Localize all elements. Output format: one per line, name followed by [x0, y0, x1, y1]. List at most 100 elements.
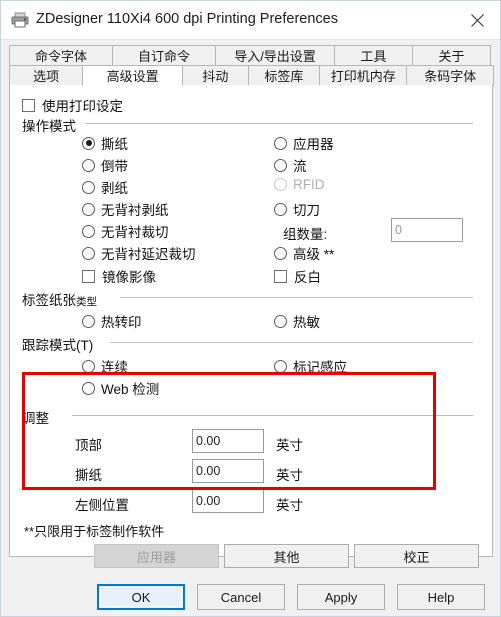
adjust-left-label: 左侧位置 — [75, 498, 129, 513]
radio-label: 剥纸 — [101, 181, 128, 196]
tab-row-2: 选项 高级设置 抖动 标签库 打印机内存 条码字体 — [9, 65, 495, 86]
radio-mark-sensing[interactable]: 标记感应 — [274, 356, 347, 376]
footnote-text: **只限用于标签制作软件 — [24, 524, 165, 539]
tab-label-library[interactable]: 标签库 — [247, 65, 320, 86]
cancel-button[interactable]: Cancel — [197, 584, 285, 610]
tab-printer-memory[interactable]: 打印机内存 — [319, 65, 408, 86]
media-type-title-main: 标签纸张 — [22, 293, 76, 308]
tab-tools[interactable]: 工具 — [334, 45, 413, 66]
close-icon — [470, 13, 484, 27]
checkbox-box — [274, 269, 287, 283]
radio-advanced[interactable]: 高级 ** — [274, 243, 334, 263]
radio-applicator[interactable]: 应用器 — [274, 133, 334, 153]
tab-import-export-settings[interactable]: 导入/导出设置 — [215, 45, 335, 66]
checkbox-box — [82, 269, 95, 283]
radio-mark — [82, 136, 95, 150]
tracking-mode-title: 跟踪模式(T) — [22, 338, 94, 353]
radio-web-sensing[interactable]: Web 检测 — [82, 378, 159, 398]
tab-command-font[interactable]: 命令字体 — [9, 45, 113, 66]
radio-linerless-peel[interactable]: 无背衬剥纸 — [82, 199, 169, 219]
radio-stream[interactable]: 流 — [274, 155, 307, 175]
radio-label: RFID — [293, 177, 325, 192]
radio-tear-off[interactable]: 撕纸 — [82, 133, 128, 153]
radio-label: 倒带 — [101, 159, 128, 174]
radio-label: 无背衬延迟裁切 — [101, 247, 196, 262]
radio-linerless-cut[interactable]: 无背衬裁切 — [82, 221, 169, 241]
help-button[interactable]: Help — [397, 584, 485, 610]
radio-label: 无背衬剥纸 — [101, 203, 169, 218]
radio-mark — [82, 314, 95, 328]
tab-about[interactable]: 关于 — [412, 45, 491, 66]
radio-cutter[interactable]: 切刀 — [274, 199, 320, 219]
tab-strip: 命令字体 自订命令 导入/导出设置 工具 关于 选项 高级设置 抖动 标签库 打… — [9, 45, 495, 86]
adjust-top-input[interactable] — [192, 429, 264, 453]
group-count-label: 组数量: — [283, 227, 328, 242]
close-button[interactable] — [454, 1, 500, 39]
radio-rewind[interactable]: 倒带 — [82, 155, 128, 175]
radio-mark — [82, 381, 95, 395]
invert-label: 反白 — [294, 270, 321, 285]
advanced-settings-panel: 使用打印设定 操作模式 撕纸 倒带 剥纸 无背衬剥纸 无背衬裁切 无背衬延迟裁切… — [9, 85, 493, 568]
radio-direct-thermal[interactable]: 热敏 — [274, 311, 320, 331]
tab-row-1: 命令字体 自订命令 导入/导出设置 工具 关于 — [9, 45, 493, 66]
tab-dithering[interactable]: 抖动 — [182, 65, 249, 86]
tab-custom-commands[interactable]: 自订命令 — [112, 45, 216, 66]
adjustment-group-header: 调整 — [22, 407, 55, 427]
radio-mark — [274, 246, 287, 260]
radio-mark — [274, 314, 287, 328]
invert-checkbox[interactable]: 反白 — [274, 266, 321, 286]
calibrate-button[interactable]: 校正 — [354, 544, 479, 568]
applicator-button: 应用器 — [94, 544, 219, 568]
radio-mark — [82, 246, 95, 260]
adjust-left-unit: 英寸 — [276, 498, 303, 513]
radio-label: 热敏 — [293, 315, 320, 330]
radio-label: 应用器 — [293, 137, 334, 152]
adjustment-title: 调整 — [22, 411, 49, 426]
mirror-image-label: 镜像影像 — [102, 270, 156, 285]
radio-mark — [82, 158, 95, 172]
adjust-tear-unit: 英寸 — [276, 468, 303, 483]
radio-peel-off[interactable]: 剥纸 — [82, 177, 128, 197]
other-button[interactable]: 其他 — [224, 544, 349, 568]
radio-mark — [274, 178, 287, 191]
media-type-title: 标签纸张类型 — [22, 289, 103, 309]
ok-button-label: OK — [131, 589, 151, 605]
radio-mark — [274, 136, 287, 150]
operation-mode-rule — [85, 123, 473, 124]
use-printer-settings-checkbox[interactable]: 使用打印设定 — [22, 95, 123, 115]
radio-label: 无背衬裁切 — [101, 225, 169, 240]
tab-options[interactable]: 选项 — [9, 65, 84, 86]
group-count-input[interactable] — [391, 218, 463, 242]
adjust-left-input[interactable] — [192, 489, 264, 513]
media-type-rule — [120, 297, 473, 298]
radio-label: 热转印 — [101, 315, 142, 330]
tab-barcode-fonts[interactable]: 条码字体 — [406, 65, 495, 86]
radio-label: 切刀 — [293, 203, 320, 218]
radio-mark — [274, 359, 287, 373]
media-type-title-sub: 类型 — [76, 296, 97, 308]
radio-mark — [82, 359, 95, 373]
adjust-top-label: 顶部 — [75, 438, 102, 453]
radio-mark — [274, 158, 287, 172]
radio-thermal-transfer[interactable]: 热转印 — [82, 311, 142, 331]
radio-label: Web 检测 — [101, 382, 160, 397]
radio-continuous[interactable]: 连续 — [82, 356, 128, 376]
adjust-top-unit: 英寸 — [276, 438, 303, 453]
adjust-tear-input[interactable] — [192, 459, 264, 483]
radio-label: 高级 ** — [293, 247, 335, 262]
window-title: ZDesigner 110Xi4 600 dpi Printing Prefer… — [36, 11, 338, 27]
title-bar: ZDesigner 110Xi4 600 dpi Printing Prefer… — [1, 1, 500, 40]
tracking-mode-rule — [110, 342, 473, 343]
operation-mode-group-header: 操作模式 — [22, 115, 82, 135]
radio-mark — [82, 224, 95, 238]
radio-label: 流 — [293, 159, 307, 174]
tab-advanced-settings[interactable]: 高级设置 — [82, 65, 184, 86]
radio-linerless-delayed-cut[interactable]: 无背衬延迟裁切 — [82, 243, 196, 263]
mirror-image-checkbox[interactable]: 镜像影像 — [82, 266, 156, 286]
radio-label: 撕纸 — [101, 137, 128, 152]
ok-button[interactable]: OK — [97, 584, 185, 610]
tracking-mode-group-header: 跟踪模式(T) — [22, 334, 99, 354]
radio-label: 连续 — [101, 360, 128, 375]
radio-mark — [82, 180, 95, 194]
apply-button[interactable]: Apply — [297, 584, 385, 610]
